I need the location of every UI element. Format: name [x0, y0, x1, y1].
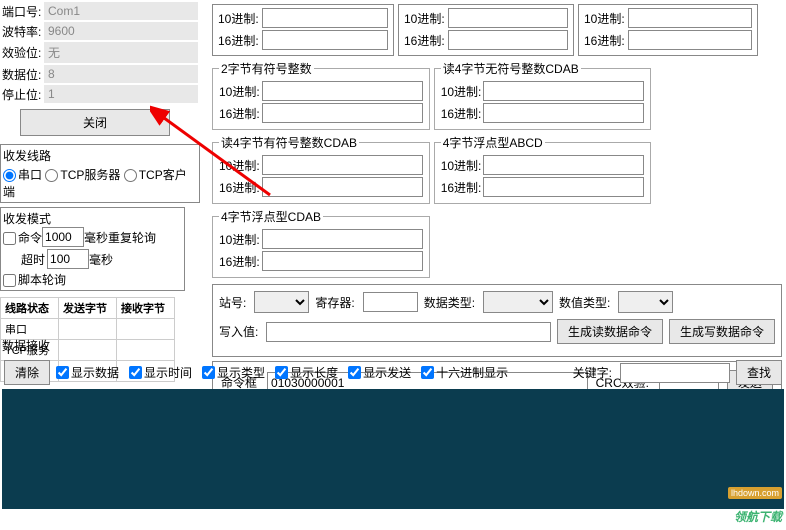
clear-button[interactable]: 清除 — [4, 360, 50, 385]
box7-hex[interactable] — [483, 177, 644, 197]
parity-select[interactable]: 无 — [44, 42, 198, 63]
cmd-interval-input[interactable] — [42, 227, 84, 247]
th-recv: 接收字节 — [117, 298, 175, 319]
box1-dec[interactable] — [262, 8, 388, 28]
th-status: 线路状态 — [1, 298, 59, 319]
box-5: 读4字节无符号整数CDAB 10进制: 16进制: — [434, 60, 652, 130]
box4-hex[interactable] — [262, 103, 423, 123]
box2-hex[interactable] — [448, 30, 568, 50]
send-mode-group: 收发模式 命令 毫秒重复轮询 超时 毫秒 脚本轮询 — [0, 207, 185, 291]
baud-select[interactable]: 9600 — [44, 22, 198, 40]
receive-log-area[interactable] — [2, 389, 784, 509]
box-1: 10进制: 16进制: — [212, 4, 394, 56]
stopbits-label: 停止位: — [2, 86, 42, 103]
station-select[interactable] — [254, 291, 309, 313]
datatype-select[interactable] — [483, 291, 553, 313]
box4-dec[interactable] — [262, 81, 423, 101]
timeout-label: 超时 — [21, 251, 45, 268]
chk-show-len[interactable]: 显示长度 — [275, 364, 338, 381]
box8-hex[interactable] — [262, 251, 423, 271]
box2-dec[interactable] — [448, 8, 568, 28]
timeout-input[interactable] — [47, 249, 89, 269]
box-8: 4字节浮点型CDAB 10进制: 16进制: — [212, 208, 430, 278]
close-button[interactable]: 关闭 — [20, 109, 170, 136]
send-line-group: 收发线路 串口 TCP服务器 TCP客户端 — [0, 144, 200, 203]
valuetype-label: 数值类型: — [559, 294, 610, 311]
box-4: 2字节有符号整数 10进制: 16进制: — [212, 60, 430, 130]
search-button[interactable]: 查找 — [736, 360, 782, 385]
keyword-label: 关键字: — [573, 364, 612, 381]
box6-hex[interactable] — [262, 177, 423, 197]
radio-tcp-server[interactable]: TCP服务器 — [45, 168, 120, 182]
register-input[interactable] — [363, 292, 418, 312]
baud-label: 波特率: — [2, 23, 42, 40]
station-label: 站号: — [219, 294, 246, 311]
register-label: 寄存器: — [315, 294, 354, 311]
data-receive-section: 数据接收 清除 显示数据 显示时间 显示类型 显示长度 显示发送 十六进制显示 … — [0, 335, 786, 509]
box1-hex[interactable] — [262, 30, 388, 50]
timeout-suffix: 毫秒 — [89, 251, 113, 268]
cmd-suffix: 毫秒重复轮询 — [84, 229, 156, 246]
chk-hex-show[interactable]: 十六进制显示 — [421, 364, 508, 381]
chk-show-send[interactable]: 显示发送 — [348, 364, 411, 381]
port-select[interactable]: Com1 — [44, 2, 198, 20]
box3-hex[interactable] — [628, 30, 752, 50]
box3-dec[interactable] — [628, 8, 752, 28]
parity-label: 效验位: — [2, 44, 42, 61]
recv-title: 数据接收 — [0, 335, 786, 356]
th-send: 发送字节 — [59, 298, 117, 319]
chk-show-data[interactable]: 显示数据 — [56, 364, 119, 381]
chk-show-type[interactable]: 显示类型 — [202, 364, 265, 381]
chk-show-time[interactable]: 显示时间 — [129, 364, 192, 381]
valuetype-select[interactable] — [618, 291, 673, 313]
box-2: 10进制: 16进制: — [398, 4, 574, 56]
send-line-title: 收发线路 — [3, 147, 197, 164]
box5-hex[interactable] — [483, 103, 644, 123]
stopbits-select[interactable]: 1 — [44, 85, 198, 103]
databits-select[interactable]: 8 — [44, 65, 198, 83]
box8-dec[interactable] — [262, 229, 423, 249]
databits-label: 数据位: — [2, 66, 42, 83]
cmd-checkbox[interactable]: 命令 — [3, 229, 42, 246]
box-7: 4字节浮点型ABCD 10进制: 16进制: — [434, 134, 652, 204]
box6-dec[interactable] — [262, 155, 423, 175]
watermark: lhdown.com 领航下载 — [734, 497, 782, 528]
keyword-input[interactable] — [620, 363, 730, 383]
radio-serial[interactable]: 串口 — [3, 168, 42, 182]
box-6: 读4字节有符号整数CDAB 10进制: 16进制: — [212, 134, 430, 204]
box5-dec[interactable] — [483, 81, 644, 101]
port-label: 端口号: — [2, 3, 42, 20]
box-3: 10进制: 16进制: — [578, 4, 758, 56]
send-mode-title: 收发模式 — [3, 210, 182, 227]
script-checkbox[interactable]: 脚本轮询 — [3, 273, 66, 287]
box7-dec[interactable] — [483, 155, 644, 175]
datatype-label: 数据类型: — [424, 294, 475, 311]
